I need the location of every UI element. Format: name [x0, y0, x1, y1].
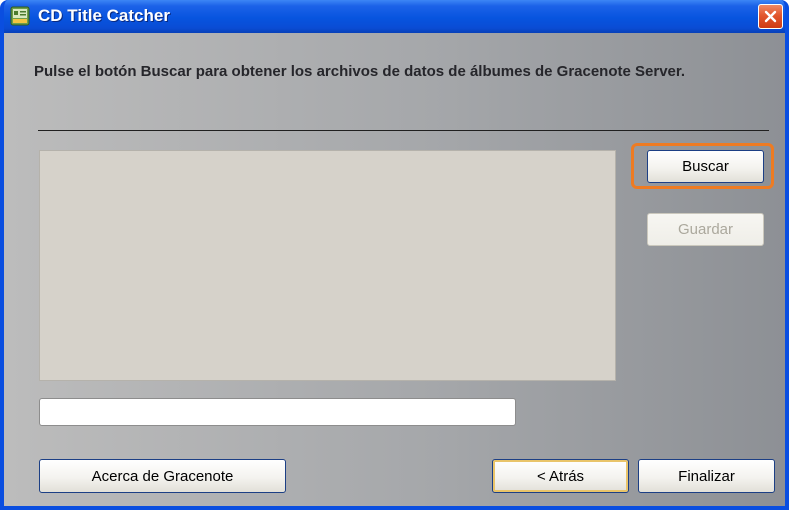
- cd-catcher-app-icon: [10, 6, 30, 26]
- separator-line: [38, 130, 769, 131]
- finish-button[interactable]: Finalizar: [638, 459, 775, 493]
- title-bar[interactable]: CD Title Catcher: [4, 0, 785, 33]
- window-title: CD Title Catcher: [38, 6, 170, 25]
- progress-bar: [39, 398, 516, 426]
- about-gracenote-button[interactable]: Acerca de Gracenote: [39, 459, 286, 493]
- results-list[interactable]: [39, 150, 616, 381]
- dialog-body: Pulse el botón Buscar para obtener los a…: [4, 33, 785, 506]
- close-icon: [764, 10, 777, 23]
- save-button[interactable]: Guardar: [647, 213, 764, 246]
- close-button[interactable]: [758, 4, 783, 29]
- cd-title-catcher-window: CD Title Catcher Pulse el botón Buscar p…: [0, 0, 789, 510]
- back-button[interactable]: < Atrás: [492, 459, 629, 493]
- search-button[interactable]: Buscar: [647, 150, 764, 183]
- instruction-text: Pulse el botón Buscar para obtener los a…: [34, 63, 686, 80]
